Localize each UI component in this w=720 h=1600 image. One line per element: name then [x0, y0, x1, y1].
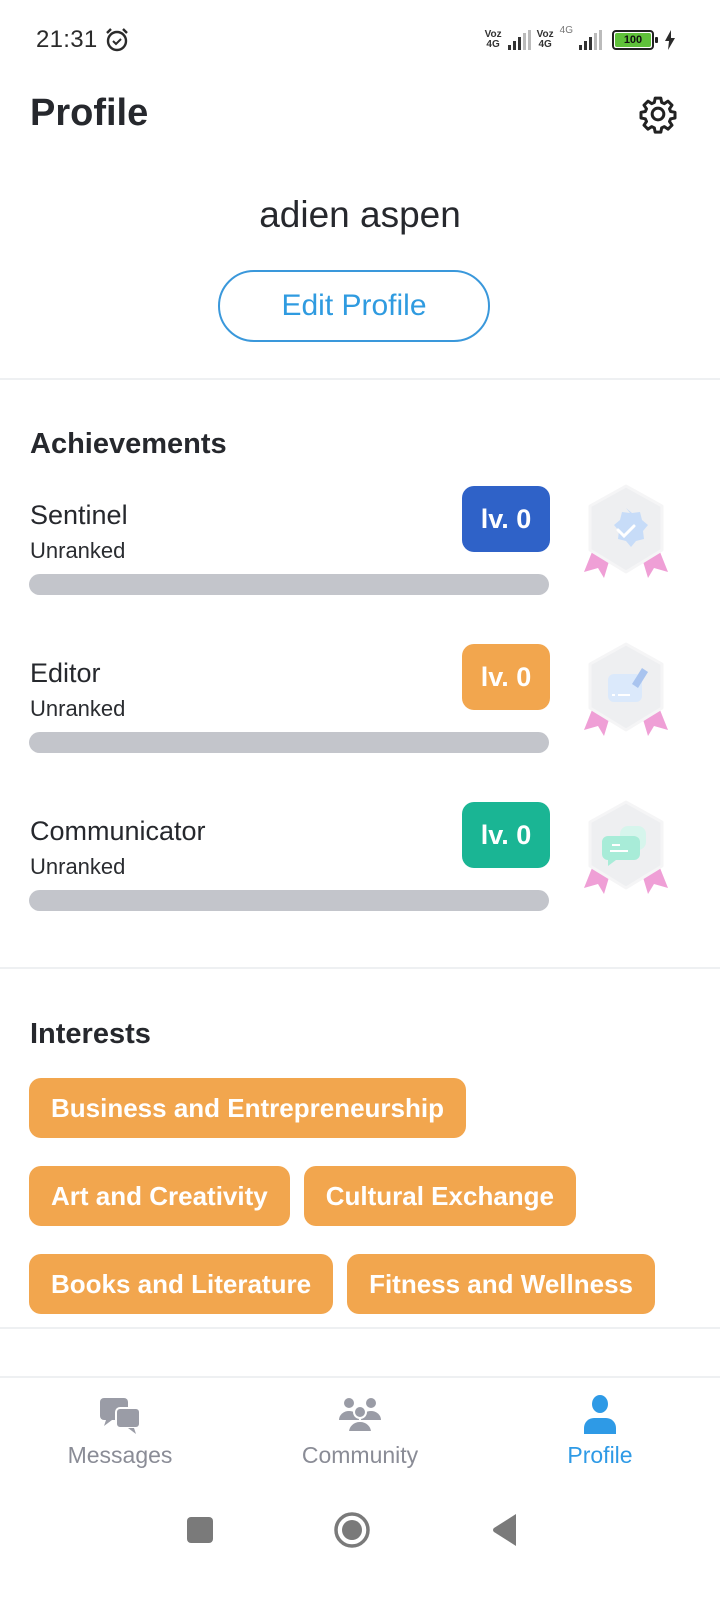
divider	[0, 378, 720, 380]
interest-chip[interactable]: Art and Creativity	[29, 1166, 290, 1226]
sim2-signal-icon	[579, 30, 602, 50]
divider	[0, 967, 720, 969]
battery-icon: 100	[612, 30, 658, 50]
achievement-progress-bar	[29, 732, 549, 753]
header: Profile	[0, 84, 720, 144]
charging-icon	[665, 30, 675, 50]
settings-gear-icon[interactable]	[638, 94, 678, 134]
recents-square-icon[interactable]	[178, 1508, 222, 1552]
achievement-level-badge: lv. 0	[462, 486, 550, 552]
edit-profile-button[interactable]: Edit Profile	[218, 270, 490, 342]
achievement-name: Editor	[30, 658, 101, 688]
achievements-title: Achievements	[30, 428, 227, 460]
achievement-level-badge: lv. 0	[462, 644, 550, 710]
nav-item-community[interactable]: Community	[240, 1378, 480, 1488]
nav-item-profile[interactable]: Profile	[480, 1378, 720, 1488]
interest-chip[interactable]: Cultural Exchange	[303, 1166, 577, 1226]
data-label: 4G	[559, 25, 573, 36]
achievement-item-editor: Editor Unranked lv. 0	[0, 642, 720, 788]
community-icon	[339, 1398, 381, 1433]
sim1-signal-icon	[507, 30, 531, 50]
profile-icon	[584, 1395, 616, 1434]
achievement-name: Sentinel	[30, 500, 128, 530]
nav-label: Profile	[567, 1442, 633, 1468]
achievement-level-badge: lv. 0	[462, 802, 550, 868]
nav-label: Community	[301, 1442, 419, 1468]
page-title: Profile	[30, 92, 149, 134]
interest-chip[interactable]: Books and Literature	[29, 1254, 334, 1314]
interests-title: Interests	[30, 1018, 151, 1050]
messages-icon	[100, 1398, 141, 1434]
divider	[0, 1327, 720, 1329]
nav-item-messages[interactable]: Messages	[0, 1378, 240, 1488]
battery-level: 100	[615, 33, 651, 47]
profile-name: adien aspen	[259, 194, 461, 235]
achievement-item-sentinel: Sentinel Unranked lv. 0	[0, 484, 720, 630]
achievement-progress-bar	[29, 890, 549, 911]
achievement-rank: Unranked	[30, 854, 126, 879]
back-triangle-icon[interactable]	[484, 1508, 528, 1552]
home-circle-icon[interactable]	[330, 1508, 374, 1552]
interest-chip[interactable]: Fitness and Wellness	[347, 1254, 655, 1314]
alarm-icon	[106, 28, 128, 52]
achievement-name: Communicator	[30, 816, 206, 846]
interests-chip-list: Business and Entrepreneurship Art and Cr…	[29, 1078, 689, 1314]
status-time: 21:31	[36, 26, 98, 53]
editor-badge-icon	[584, 642, 668, 736]
status-indicators: Voz 4G Voz 4G 4G 100	[485, 26, 676, 54]
sim1-label: Voz 4G	[484, 29, 502, 50]
sentinel-badge-icon	[584, 484, 668, 578]
achievement-progress-bar	[29, 574, 549, 595]
sim2-label: Voz 4G	[536, 29, 554, 50]
bottom-nav: Messages Community Profile	[0, 1376, 720, 1488]
nav-label: Messages	[67, 1442, 173, 1468]
status-bar: 21:31 Voz 4G Voz 4G 4G 100	[0, 0, 720, 80]
system-nav-bar	[0, 1488, 720, 1600]
communicator-badge-icon	[584, 800, 668, 894]
achievement-rank: Unranked	[30, 538, 126, 563]
achievement-item-communicator: Communicator Unranked lv. 0	[0, 800, 720, 946]
achievement-rank: Unranked	[30, 696, 126, 721]
interest-chip[interactable]: Business and Entrepreneurship	[29, 1078, 466, 1138]
